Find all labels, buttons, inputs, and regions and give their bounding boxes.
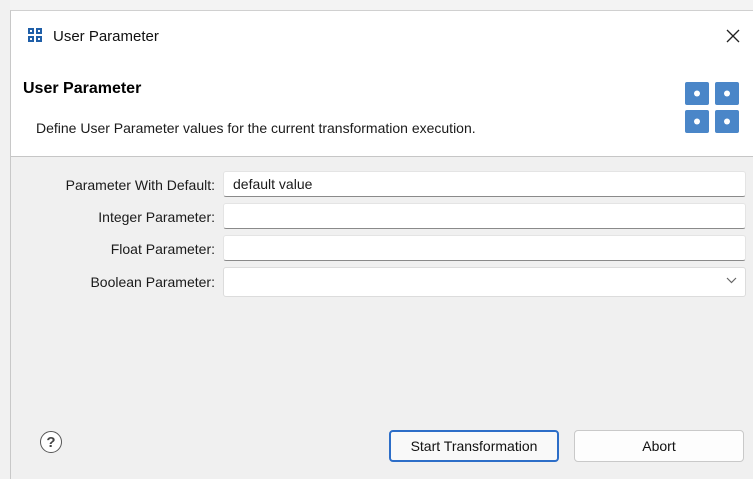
integer-parameter-label: Integer Parameter: <box>98 209 215 225</box>
abort-button[interactable]: Abort <box>574 430 744 462</box>
parameter-with-default-input[interactable] <box>223 171 746 197</box>
float-parameter-label: Float Parameter: <box>110 241 215 257</box>
background-top-strip <box>0 0 753 10</box>
close-icon <box>726 29 740 43</box>
close-button[interactable] <box>713 17 753 55</box>
user-parameter-dialog: User Parameter User Parameter Define Use… <box>10 10 753 479</box>
window-title: User Parameter <box>53 28 159 45</box>
help-icon: ? <box>46 433 56 451</box>
background-left-strip <box>0 0 10 479</box>
integer-parameter-input[interactable] <box>223 203 746 229</box>
dialog-titlebar: User Parameter <box>11 11 753 61</box>
boolean-parameter-label: Boolean Parameter: <box>90 274 215 290</box>
chevron-down-icon <box>726 277 737 284</box>
help-button[interactable]: ? <box>40 431 62 453</box>
grid-app-icon <box>28 28 42 42</box>
banner-title: User Parameter <box>23 80 142 97</box>
start-transformation-button[interactable]: Start Transformation <box>389 430 559 462</box>
float-parameter-input[interactable] <box>223 235 746 261</box>
parameter-with-default-label: Parameter With Default: <box>65 177 215 193</box>
boolean-parameter-select[interactable] <box>223 267 746 297</box>
parameter-grid-icon <box>685 82 739 133</box>
header-banner: User Parameter Define User Parameter val… <box>11 61 753 157</box>
banner-description: Define User Parameter values for the cur… <box>36 120 476 136</box>
